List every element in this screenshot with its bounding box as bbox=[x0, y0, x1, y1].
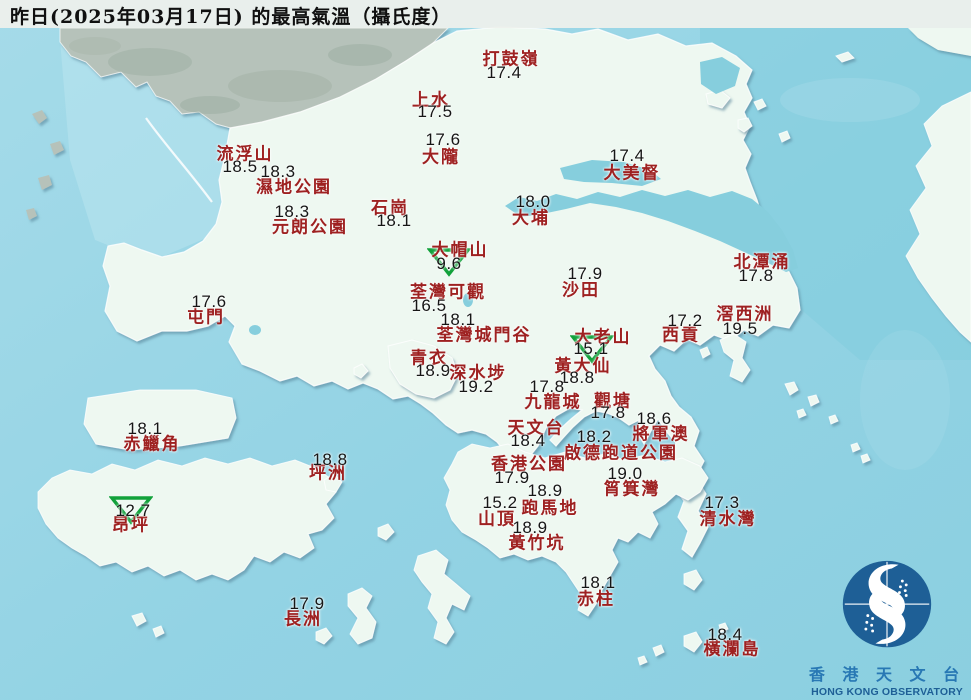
hko-logo-text-zh: 香 港 天 文 台 bbox=[808, 665, 966, 684]
hko-logo: 香 港 天 文 台 HONG KONG OBSERVATORY bbox=[807, 558, 967, 698]
hko-logo-text-en: HONG KONG OBSERVATORY bbox=[811, 686, 963, 698]
map-title: 昨日(2025年03月17日) 的最高氣溫（攝氏度） bbox=[10, 6, 452, 28]
hko-logo-icon bbox=[842, 560, 932, 648]
hko-max-temperature-map-page: 昨日(2025年03月17日) 的最高氣溫（攝氏度） 打鼓嶺 17.4 上水 17.5… bbox=[0, 0, 971, 700]
